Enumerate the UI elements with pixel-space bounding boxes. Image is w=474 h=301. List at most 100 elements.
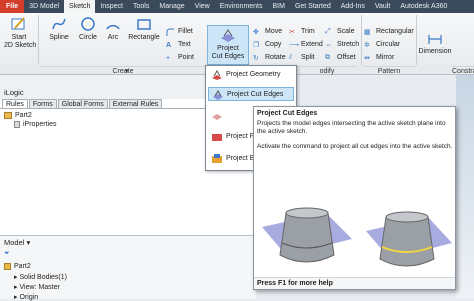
project-cut-edges-icon — [221, 29, 235, 42]
tree-item-label: View: Master — [19, 283, 60, 291]
divider — [416, 15, 417, 65]
tree-item-origin[interactable]: ▸ Origin — [14, 293, 38, 301]
graphics-viewport[interactable] — [456, 75, 474, 299]
rectangle-icon — [137, 19, 151, 30]
tab-tools[interactable]: Tools — [128, 0, 154, 13]
menu-item-label: Project Geometry — [226, 71, 281, 78]
constrain-group-label: Constra — [452, 66, 474, 75]
rectangle-button[interactable]: Rectangle — [126, 16, 162, 50]
ilogic-title: iLogic — [4, 88, 24, 97]
circle-button[interactable]: Circle — [76, 16, 100, 50]
copy-button[interactable]: ❐ Copy — [253, 40, 281, 50]
tree-item-label: Part2 — [14, 263, 31, 270]
text-icon: A — [166, 41, 172, 49]
rotate-icon: ↻ — [253, 55, 259, 62]
tab-forms[interactable]: Forms — [28, 99, 57, 108]
split-icon: ⫽ — [289, 54, 293, 61]
tree-item-part2[interactable]: Part2 — [4, 263, 31, 270]
tab-vault[interactable]: Vault — [370, 0, 395, 13]
stretch-icon: ⇔ — [325, 41, 332, 49]
create-group-dropdown-arrow[interactable]: ▾ — [125, 67, 129, 75]
dimension-icon — [428, 35, 442, 44]
circular-label: Circular — [376, 41, 401, 48]
tab-3d-model[interactable]: 3D Model — [24, 0, 64, 13]
tooltip-footer: Press F1 for more help — [254, 277, 455, 289]
model-title-text: Model — [4, 238, 25, 247]
tree-item-iproperties[interactable]: iProperties — [14, 121, 56, 128]
create-group-label: Create — [40, 66, 206, 75]
arc-icon — [106, 24, 120, 30]
model-title[interactable]: Model ▾ — [4, 238, 30, 247]
extend-button[interactable]: ⟶ Extend — [289, 40, 323, 50]
tooltip-desc-2: Activate the command to project all cut … — [257, 143, 453, 150]
move-button[interactable]: ✥ Move — [253, 27, 282, 37]
tooltip-title: Project Cut Edges — [257, 110, 318, 117]
start-2d-sketch-button[interactable]: Start 2D Sketch — [4, 16, 37, 61]
tab-external-rules[interactable]: External Rules — [108, 99, 163, 108]
menu-item-label: Project E — [226, 155, 255, 162]
rectangular-pattern-icon: ▦ — [364, 29, 371, 36]
rectangular-pattern-button[interactable]: ▦ Rectangular — [364, 27, 414, 37]
trim-button[interactable]: ✂ Trim — [289, 27, 315, 37]
spline-button[interactable]: Spline — [46, 16, 72, 50]
move-icon: ✥ — [253, 29, 259, 36]
start-sketch-label: Start 2D Sketch — [4, 34, 37, 49]
tab-view[interactable]: View — [190, 0, 215, 13]
tree-item-part2[interactable]: Part2 — [4, 112, 32, 119]
fillet-icon — [166, 28, 174, 36]
dimension-button[interactable]: Dimension — [418, 31, 452, 65]
stretch-label: Stretch — [337, 41, 360, 48]
iproperties-icon — [14, 121, 20, 128]
tree-item-view[interactable]: ▸ View: Master — [14, 283, 60, 292]
stretch-button[interactable]: ⇔ Stretch — [325, 40, 359, 50]
ilogic-tabs: Rules Forms Global Forms External Rules — [2, 99, 163, 108]
ribbon-tab-bar: File 3D Model Sketch Inspect Tools Manag… — [0, 0, 474, 13]
mirror-label: Mirror — [376, 54, 395, 61]
tab-rules[interactable]: Rules — [2, 99, 28, 108]
project-cut-edges-icon — [213, 90, 223, 100]
text-button[interactable]: A Text — [166, 40, 191, 50]
trim-label: Trim — [301, 28, 315, 35]
tab-global-forms[interactable]: Global Forms — [57, 99, 108, 108]
project-cut-edges-button[interactable]: Project Cut Edges — [207, 25, 249, 65]
chevron-down-icon: ▾ — [26, 238, 31, 247]
tab-add-ins[interactable]: Add-Ins — [336, 0, 370, 13]
file-tab[interactable]: File — [0, 0, 25, 13]
copy-icon: ❐ — [253, 42, 260, 49]
tree-item-label: iProperties — [23, 121, 57, 128]
tab-environments[interactable]: Environments — [215, 0, 268, 13]
tree-item-label: Origin — [19, 293, 39, 301]
tab-get-started[interactable]: Get Started — [290, 0, 336, 13]
arc-button[interactable]: Arc — [103, 16, 123, 50]
fillet-label: Fillet — [178, 28, 193, 35]
spline-label: Spline — [49, 34, 69, 41]
fillet-button[interactable]: Fillet — [166, 27, 193, 37]
tab-inspect[interactable]: Inspect — [95, 0, 128, 13]
scale-button[interactable]: ⤢ Scale — [325, 27, 355, 37]
sketch-icon — [11, 17, 25, 30]
tab-bim[interactable]: BIM — [268, 0, 290, 13]
tab-autodesk-a360[interactable]: Autodesk A360 — [395, 0, 452, 13]
part-icon — [4, 112, 12, 119]
menu-item-project-cut-edges[interactable]: Project Cut Edges — [208, 87, 294, 101]
rotate-button[interactable]: ↻ Rotate — [253, 53, 286, 63]
rectangular-label: Rectangular — [376, 28, 414, 35]
split-button[interactable]: ⫽ Split — [289, 53, 315, 63]
circular-pattern-button[interactable]: ✲ Circular — [364, 40, 400, 50]
cone-after-illustration — [366, 211, 452, 267]
spline-icon — [52, 18, 66, 30]
project-geometry-icon — [212, 70, 222, 80]
pattern-group-label: Pattern — [363, 66, 415, 75]
menu-item-project-geometry[interactable]: Project Geometry — [208, 68, 294, 82]
tooltip-project-cut-edges: Project Cut Edges Projects the model edg… — [253, 106, 456, 290]
tooltip-desc-1: Projects the model edges intersecting th… — [257, 120, 446, 135]
filter-icon[interactable]: ⏷ — [4, 250, 10, 258]
point-button[interactable]: + Point — [166, 53, 194, 63]
cone-before-illustration — [262, 207, 352, 263]
tree-item-solid-bodies[interactable]: ▸ Solid Bodies(1) — [14, 273, 67, 282]
tab-sketch[interactable]: Sketch — [64, 0, 96, 13]
offset-button[interactable]: ⧉ Offset — [325, 53, 356, 63]
mirror-button[interactable]: ⇹ Mirror — [364, 53, 394, 63]
rectangle-label: Rectangle — [128, 34, 160, 41]
tab-manage[interactable]: Manage — [154, 0, 189, 13]
